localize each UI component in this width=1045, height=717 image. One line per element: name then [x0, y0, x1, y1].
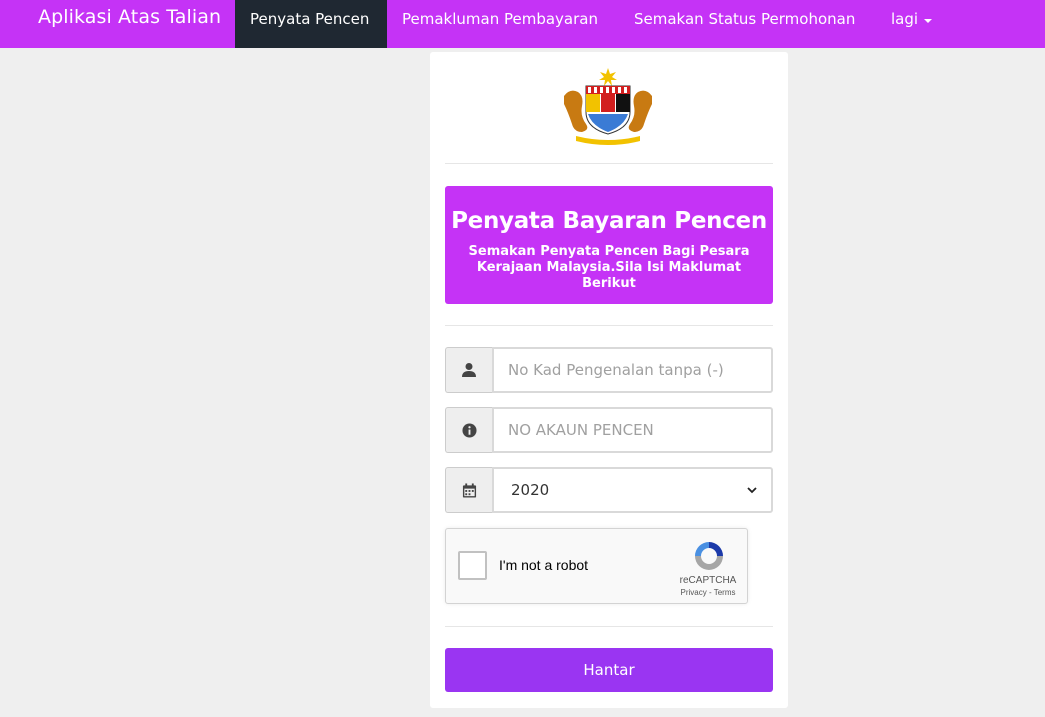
- chevron-down-icon: [747, 487, 757, 494]
- pension-account-input[interactable]: NO AKAUN PENCEN: [492, 407, 773, 453]
- form-card: Penyata Bayaran Pencen Semakan Penyata P…: [430, 52, 788, 708]
- recaptcha-privacy-terms-links[interactable]: Privacy - Terms: [672, 588, 744, 597]
- recaptcha-brand: reCAPTCHA: [679, 575, 737, 586]
- ic-number-placeholder: No Kad Pengenalan tanpa (-): [508, 361, 724, 379]
- banner-title: Penyata Bayaran Pencen: [451, 208, 767, 234]
- submit-button[interactable]: Hantar: [445, 648, 773, 692]
- app-brand[interactable]: Aplikasi Atas Talian: [38, 6, 221, 28]
- nav-item-label: lagi: [891, 10, 919, 28]
- nav-item-pemakluman-pembayaran[interactable]: Pemakluman Pembayaran: [387, 0, 613, 48]
- recaptcha-checkbox[interactable]: [458, 551, 487, 580]
- divider: [445, 163, 773, 164]
- nav-item-label: Pemakluman Pembayaran: [402, 10, 598, 28]
- divider: [445, 325, 773, 326]
- ic-input-group: No Kad Pengenalan tanpa (-): [445, 347, 773, 393]
- coat-of-arms-logo: [564, 68, 652, 145]
- nav-item-semakan-status[interactable]: Semakan Status Permohonan: [619, 0, 870, 48]
- caret-down-icon: [924, 19, 933, 23]
- top-navbar: Aplikasi Atas Talian Penyata Pencen Pema…: [0, 0, 1045, 48]
- recaptcha-widget: I'm not a robot reCAPTCHA Privacy - Term…: [445, 528, 748, 604]
- divider: [445, 626, 773, 627]
- title-banner: Penyata Bayaran Pencen Semakan Penyata P…: [445, 186, 773, 304]
- ic-number-input[interactable]: No Kad Pengenalan tanpa (-): [492, 347, 773, 393]
- pension-account-placeholder: NO AKAUN PENCEN: [508, 421, 654, 439]
- recaptcha-label: I'm not a robot: [499, 557, 589, 573]
- nav-item-label: Semakan Status Permohonan: [634, 10, 856, 28]
- year-select-group: 2020: [445, 467, 773, 513]
- info-icon: [445, 407, 492, 453]
- nav-item-lagi-dropdown[interactable]: lagi: [876, 0, 947, 48]
- account-input-group: NO AKAUN PENCEN: [445, 407, 773, 453]
- user-icon: [445, 347, 492, 393]
- year-select[interactable]: 2020: [492, 467, 773, 513]
- nav-item-penyata-pencen[interactable]: Penyata Pencen: [235, 0, 387, 48]
- nav-item-label: Penyata Pencen: [250, 10, 370, 28]
- calendar-icon: [445, 467, 492, 513]
- recaptcha-logo-icon: [695, 542, 723, 570]
- year-selected-value: 2020: [511, 481, 550, 499]
- banner-subtitle: Semakan Penyata Pencen Bagi Pesara Keraj…: [468, 244, 750, 291]
